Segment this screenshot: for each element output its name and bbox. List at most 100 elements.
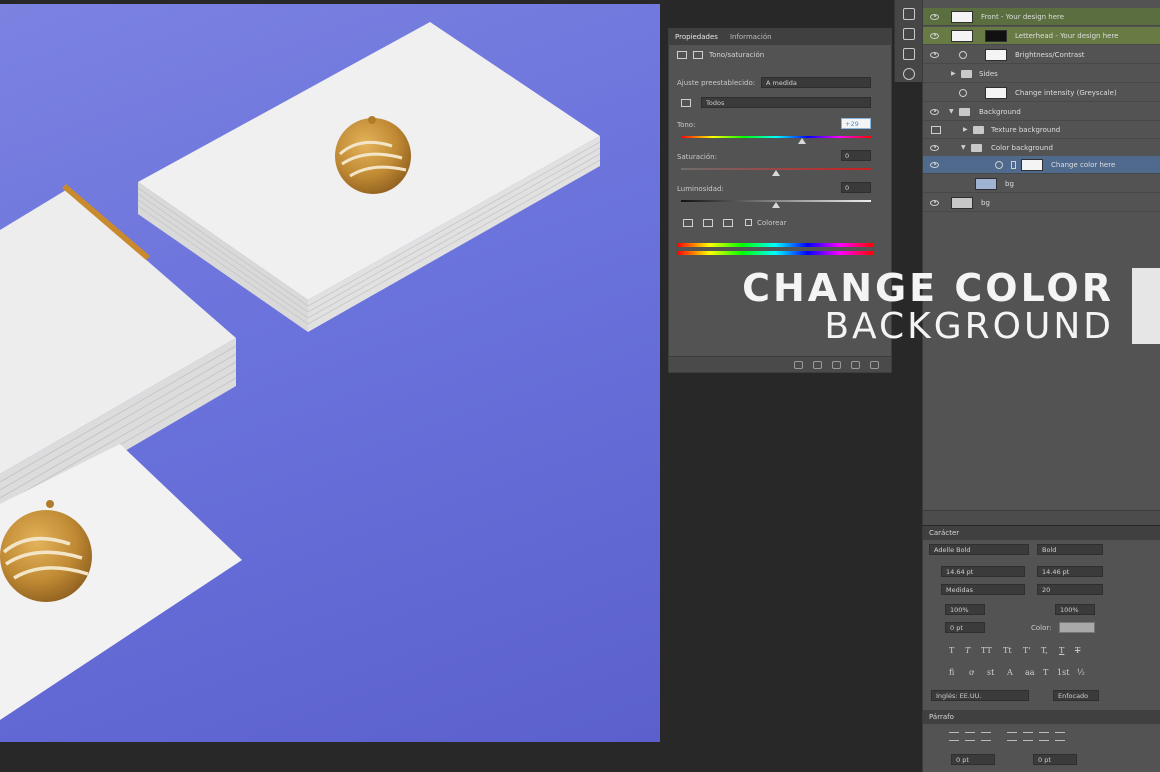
- source-color-bar: [677, 243, 873, 247]
- ligature-icon[interactable]: fi: [949, 668, 954, 677]
- swash-icon[interactable]: st: [987, 668, 994, 677]
- layer-row[interactable]: Front - Your design here: [923, 8, 1160, 26]
- hue-input[interactable]: +29: [841, 118, 871, 129]
- eyedropper-minus-icon[interactable]: [723, 219, 733, 227]
- view-previous-icon[interactable]: [813, 360, 822, 369]
- layer-name: Brightness/Contrast: [1015, 50, 1085, 59]
- layer-row[interactable]: ▶ Sides: [923, 65, 1160, 83]
- strikethrough-icon[interactable]: T: [1075, 646, 1080, 655]
- vertical-scale-field[interactable]: 100%: [945, 604, 985, 615]
- saturation-input[interactable]: 0: [841, 150, 871, 161]
- tab-properties[interactable]: Propiedades: [675, 33, 718, 41]
- mask-icon[interactable]: [693, 51, 703, 59]
- collapsed-arrow-icon[interactable]: ▶: [951, 70, 956, 77]
- eyedropper-icon[interactable]: [683, 219, 693, 227]
- layer-row[interactable]: ▼ Color background: [923, 139, 1160, 157]
- horizontal-scale-field[interactable]: 100%: [1055, 604, 1095, 615]
- fractions-icon[interactable]: ½: [1077, 668, 1085, 677]
- indent-left-field[interactable]: 0 pt: [951, 754, 995, 765]
- titling-alternates-icon[interactable]: aa: [1025, 668, 1035, 677]
- eye-icon[interactable]: [930, 108, 939, 115]
- justify-last-left-icon[interactable]: [1007, 732, 1017, 741]
- layer-name: Background: [979, 107, 1021, 116]
- link-icon[interactable]: [1011, 160, 1016, 169]
- stylistic-alternates-icon[interactable]: A: [1007, 668, 1013, 677]
- font-style-dropdown[interactable]: Bold: [1037, 544, 1103, 555]
- eye-icon[interactable]: [930, 199, 939, 206]
- eyedropper-plus-icon[interactable]: [703, 219, 713, 227]
- eye-icon[interactable]: [930, 144, 939, 151]
- eye-icon[interactable]: [930, 161, 939, 168]
- color-label: Color:: [1031, 624, 1052, 632]
- document-canvas[interactable]: [0, 4, 660, 742]
- channel-dropdown[interactable]: Todos: [701, 97, 871, 108]
- layer-row-selected[interactable]: Change color here: [923, 156, 1160, 174]
- properties-footer: [669, 356, 891, 372]
- properties-tabs: Propiedades Información: [669, 29, 891, 45]
- layer-row[interactable]: bg: [923, 175, 1160, 193]
- indent-right-field[interactable]: 0 pt: [1033, 754, 1077, 765]
- hue-slider-handle[interactable]: [798, 138, 806, 144]
- subscript-icon[interactable]: T,: [1041, 646, 1048, 655]
- small-caps-icon[interactable]: Tt: [1003, 646, 1012, 655]
- eye-icon[interactable]: [930, 51, 939, 58]
- old-style-icon[interactable]: ơ: [969, 668, 974, 677]
- align-left-icon[interactable]: [949, 732, 959, 741]
- adjustment-icon: [959, 88, 967, 97]
- visibility-icon[interactable]: [851, 360, 860, 369]
- lightness-slider-handle[interactable]: [772, 202, 780, 208]
- faux-italic-icon[interactable]: T: [965, 646, 970, 655]
- justify-last-center-icon[interactable]: [1023, 732, 1033, 741]
- leading-field[interactable]: 14.46 pt: [1037, 566, 1103, 577]
- all-caps-icon[interactable]: TT: [981, 646, 992, 655]
- info-icon[interactable]: [902, 68, 915, 80]
- mask-thumbnail: [985, 86, 1007, 99]
- layer-row[interactable]: bg: [923, 194, 1160, 212]
- font-size-field[interactable]: 14.64 pt: [941, 566, 1025, 577]
- clip-to-layer-icon[interactable]: [794, 360, 803, 369]
- justify-all-icon[interactable]: [1055, 732, 1065, 741]
- baseline-shift-field[interactable]: 0 pt: [945, 622, 985, 633]
- properties-icon[interactable]: [902, 48, 915, 60]
- preset-dropdown[interactable]: A medida: [761, 77, 871, 88]
- hand-tool-icon[interactable]: [681, 99, 691, 107]
- align-center-icon[interactable]: [965, 732, 975, 741]
- trash-icon[interactable]: [870, 360, 879, 369]
- faux-bold-icon[interactable]: T: [949, 646, 954, 655]
- eye-icon[interactable]: [930, 32, 939, 39]
- tab-information[interactable]: Información: [730, 33, 772, 41]
- hue-slider[interactable]: [681, 136, 871, 138]
- smart-object-thumbnail: [951, 29, 973, 42]
- kerning-dropdown[interactable]: Medidas: [941, 584, 1025, 595]
- antialias-dropdown[interactable]: Enfocado: [1053, 690, 1099, 701]
- visibility-off-box[interactable]: [931, 125, 941, 134]
- font-family-dropdown[interactable]: Adelle Bold: [929, 544, 1029, 555]
- language-dropdown[interactable]: Inglés: EE.UU.: [931, 690, 1029, 701]
- reset-icon[interactable]: [832, 360, 841, 369]
- lightness-input[interactable]: 0: [841, 182, 871, 193]
- ordinals-icon[interactable]: T: [1043, 668, 1048, 677]
- superscript-icon[interactable]: T': [1023, 646, 1031, 655]
- layer-row[interactable]: ▶ Texture background: [923, 121, 1160, 139]
- align-right-icon[interactable]: [981, 732, 991, 741]
- collapsed-arrow-icon[interactable]: ▶: [963, 126, 968, 133]
- eye-icon[interactable]: [930, 13, 939, 20]
- hue-saturation-icon: [995, 160, 1003, 169]
- colorize-checkbox[interactable]: [745, 219, 752, 226]
- expanded-arrow-icon[interactable]: ▼: [949, 108, 954, 115]
- underline-icon[interactable]: T: [1059, 646, 1064, 655]
- justify-last-right-icon[interactable]: [1039, 732, 1049, 741]
- history-icon[interactable]: [902, 8, 915, 20]
- ordinal-st-icon[interactable]: 1st: [1057, 668, 1069, 677]
- layer-row[interactable]: Change intensity (Greyscale): [923, 84, 1160, 102]
- tracking-dropdown[interactable]: 20: [1037, 584, 1103, 595]
- text-color-swatch[interactable]: [1059, 622, 1095, 633]
- layer-row[interactable]: ▼ Background: [923, 103, 1160, 121]
- saturation-slider-handle[interactable]: [772, 170, 780, 176]
- layer-name: Color background: [991, 143, 1053, 152]
- adjustments-icon[interactable]: [902, 28, 915, 40]
- layer-row[interactable]: Brightness/Contrast: [923, 46, 1160, 64]
- expanded-arrow-icon[interactable]: ▼: [961, 144, 966, 151]
- smart-object-thumbnail: [951, 10, 973, 23]
- layer-row[interactable]: Letterhead - Your design here: [923, 27, 1160, 45]
